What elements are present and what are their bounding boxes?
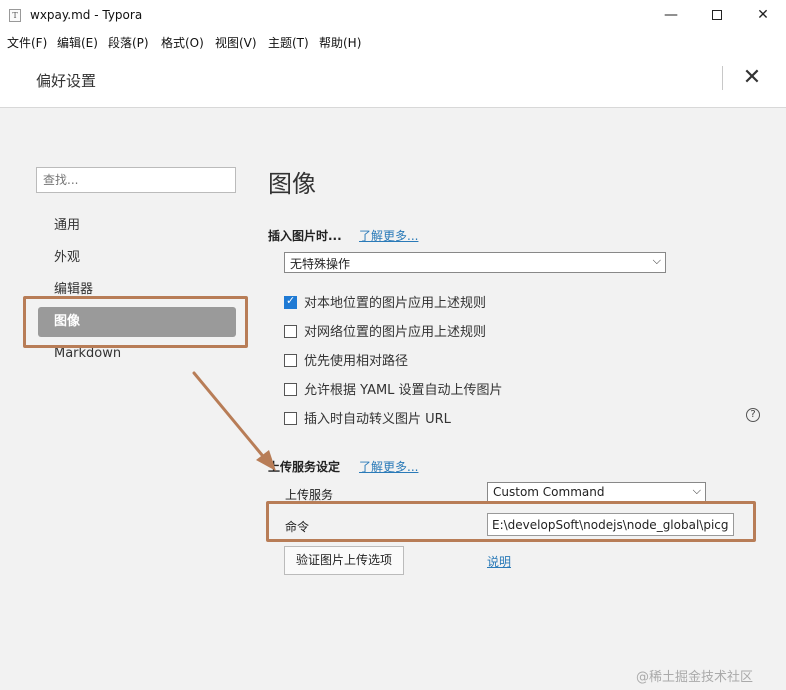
annotation-arrow — [192, 371, 276, 471]
arrow-shaft — [192, 371, 264, 457]
watermark: @稀土掘金技术社区 — [636, 670, 754, 685]
